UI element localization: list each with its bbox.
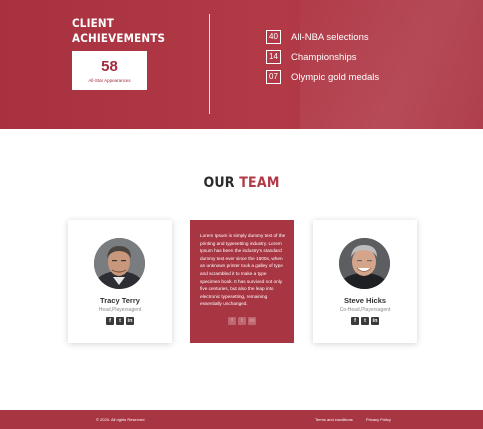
facebook-icon[interactable]: f <box>351 317 359 325</box>
stat-label: Championships <box>291 51 357 63</box>
team-member-card[interactable]: Tracy Terry Head,Playersagent f t in <box>68 220 172 343</box>
team-heading-word-1: OUR <box>203 175 235 191</box>
social-links: f t in <box>313 317 417 325</box>
achievements-title: CLIENT ACHIEVEMENTS <box>72 16 166 45</box>
social-links: f t in <box>68 317 172 325</box>
team-heading-word-2: TEAM <box>239 175 280 191</box>
stat-number: 40 <box>266 30 281 44</box>
achievements-section: CLIENT ACHIEVEMENTS 58 All-Star Appearan… <box>0 0 483 129</box>
highlight-stat-label: All-Star Appearances <box>88 78 131 83</box>
team-heading: OUR TEAM <box>0 175 483 191</box>
twitter-icon[interactable]: t <box>238 317 246 325</box>
stat-number: 14 <box>266 50 281 64</box>
background-sheen <box>300 0 483 129</box>
linkedin-icon[interactable]: in <box>371 317 379 325</box>
twitter-icon[interactable]: t <box>116 317 124 325</box>
stat-item: 07 Olympic gold medals <box>266 70 379 84</box>
member-name: Tracy Terry <box>100 296 140 305</box>
footer: © 2020. All rights Reserved Terms and co… <box>0 410 483 429</box>
member-bio: Lorem Ipsum is simply dummy text of the … <box>200 233 286 307</box>
member-name: Steve Hicks <box>343 296 387 305</box>
team-member-card-hover[interactable]: Lorem Ipsum is simply dummy text of the … <box>190 220 294 343</box>
privacy-link[interactable]: Privacy Policy <box>366 417 391 422</box>
stat-item: 14 Championships <box>266 50 356 64</box>
avatar <box>94 238 145 289</box>
social-links: f t in <box>190 317 294 325</box>
team-member-card[interactable]: Steve Hicks Co-Head,Playersagent f t in <box>313 220 417 343</box>
stat-label: Olympic gold medals <box>291 71 380 83</box>
highlight-stat-number: 58 <box>101 58 118 75</box>
avatar <box>339 238 390 289</box>
terms-link[interactable]: Terms and conditions <box>315 417 353 422</box>
facebook-icon[interactable]: f <box>228 317 236 325</box>
member-role: Co-Head,Playersagent <box>339 307 391 313</box>
linkedin-icon[interactable]: in <box>248 317 256 325</box>
copyright-text: © 2020. All rights Reserved <box>96 417 145 422</box>
member-role: Head,Playersagent <box>98 307 142 313</box>
stat-label: All-NBA selections <box>291 31 369 43</box>
linkedin-icon[interactable]: in <box>126 317 134 325</box>
stat-number: 07 <box>266 70 281 84</box>
stat-item: 40 All-NBA selections <box>266 30 369 44</box>
vertical-divider <box>209 14 210 114</box>
highlight-stat-box: 58 All-Star Appearances <box>72 51 147 90</box>
twitter-icon[interactable]: t <box>361 317 369 325</box>
facebook-icon[interactable]: f <box>106 317 114 325</box>
